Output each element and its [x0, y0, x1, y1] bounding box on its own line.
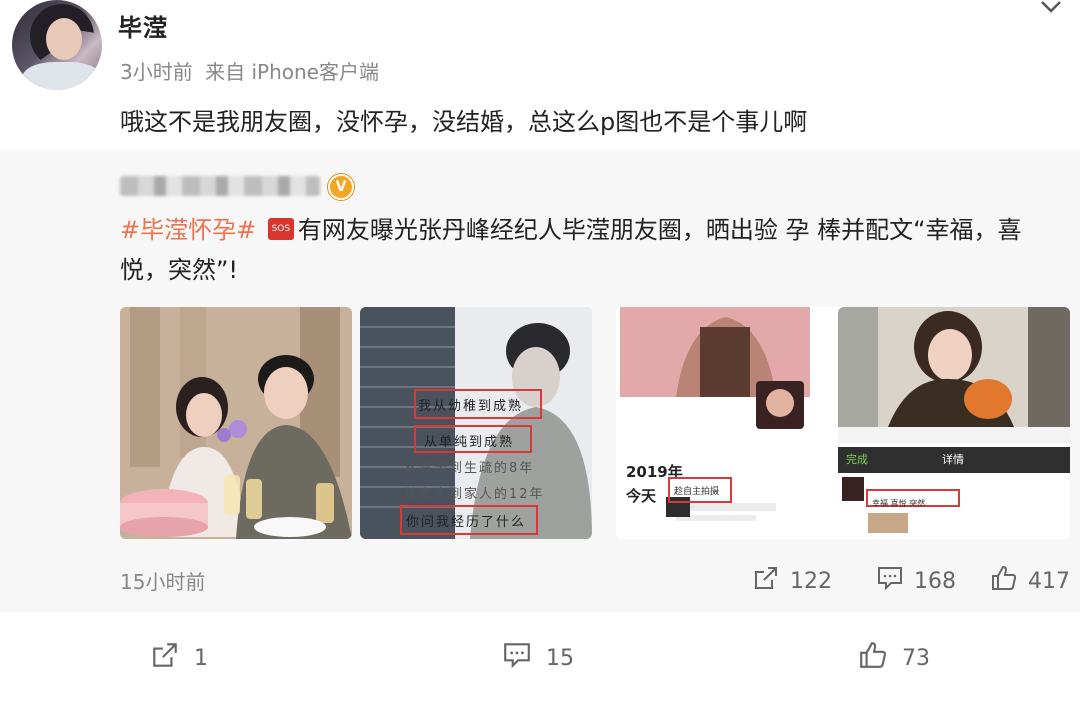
username[interactable]: 毕滢	[118, 8, 168, 43]
like-icon	[990, 564, 1018, 598]
avatar[interactable]	[12, 0, 102, 90]
comment-icon	[876, 564, 904, 598]
post-text: 哦这不是我朋友圈，没怀孕，没结婚，总这么p图也不是个事儿啊	[120, 108, 808, 136]
poster-line-4: 从恋人到家人的12年	[404, 487, 545, 502]
share-button[interactable]: 1	[150, 640, 208, 676]
repost-like-button[interactable]: 417	[990, 564, 1070, 598]
highlight-box	[414, 389, 542, 419]
comment-icon	[502, 640, 532, 676]
post-source: 来自 iPhone客户端	[205, 60, 379, 84]
hashtag-link[interactable]: #毕滢怀孕#	[120, 216, 256, 244]
repost-share-button[interactable]: 122	[752, 564, 832, 598]
repost-body: 有网友曝光张丹峰经纪人毕滢朋友圈，晒出验 孕 棒并配文“幸福，喜悦，突然”!	[120, 216, 1022, 284]
post-meta: 3小时前 来自 iPhone客户端	[120, 56, 379, 85]
blurred-author-name[interactable]	[120, 176, 320, 196]
like-count: 73	[902, 645, 930, 671]
comment-button[interactable]: 15	[502, 640, 574, 676]
sos-badge-icon: SOS	[267, 218, 294, 240]
like-button[interactable]: 73	[858, 640, 930, 676]
moments-badge: 趁自主拍摄	[674, 487, 720, 497]
post-time: 3小时前	[120, 60, 193, 84]
detail-header-left: 完成	[846, 453, 868, 466]
share-count: 1	[194, 645, 208, 671]
repost-text: #毕滢怀孕# SOS 有网友曝光张丹峰经纪人毕滢朋友圈，晒出验 孕 棒并配文“幸福…	[120, 210, 1050, 290]
poster-line-3: 从真亲到生疏的8年	[404, 461, 535, 476]
repost-comment-count: 168	[914, 568, 956, 594]
highlight-box: 幸福 喜悦 突然	[866, 489, 960, 508]
chevron-down-icon[interactable]	[1038, 0, 1064, 20]
repost-time: 15小时前	[120, 570, 206, 594]
verified-icon: V	[328, 174, 354, 200]
repost-like-count: 417	[1028, 568, 1070, 594]
repost-image-1[interactable]	[120, 307, 352, 539]
highlight-box: 趁自主拍摄	[668, 477, 732, 503]
share-icon	[752, 564, 780, 598]
detail-header-title: 详情	[942, 453, 964, 466]
detail-highlight-text: 幸福 喜悦 突然	[872, 499, 926, 508]
repost-image-4[interactable]: 完成 详情 幸福 喜悦 突然	[838, 307, 1070, 539]
repost-image-3[interactable]: 2019年 今天 趁自主拍摄	[616, 307, 848, 539]
like-icon	[858, 640, 888, 676]
moments-today: 今天	[626, 487, 657, 505]
highlight-box	[400, 505, 538, 535]
comment-count: 15	[546, 645, 574, 671]
repost-share-count: 122	[790, 568, 832, 594]
repost-comment-button[interactable]: 168	[876, 564, 956, 598]
repost-image-2[interactable]: 我从幼稚到成熟 从单纯到成熟 从真亲到生疏的8年 从恋人到家人的12年 你问我经…	[360, 307, 592, 539]
share-icon	[150, 640, 180, 676]
highlight-box	[414, 425, 532, 453]
